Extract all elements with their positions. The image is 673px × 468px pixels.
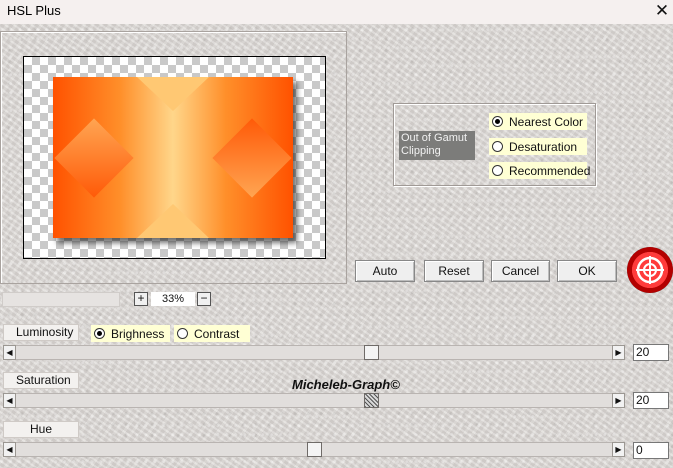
radio-label: Brighness	[111, 326, 165, 341]
art-triangle-bottom	[137, 204, 209, 238]
zoom-out-button[interactable]: −	[197, 292, 211, 306]
auto-button[interactable]: Auto	[355, 260, 415, 282]
title-bar	[0, 0, 673, 24]
radio-label: Desaturation	[509, 139, 578, 154]
art-diamond-right	[212, 118, 292, 198]
luminosity-label: Luminosity	[3, 324, 79, 341]
zoom-in-button[interactable]: +	[134, 292, 148, 306]
ok-button[interactable]: OK	[557, 260, 617, 282]
radio-indicator	[177, 328, 188, 339]
radio-recommended[interactable]: Recommended	[489, 162, 591, 179]
radio-indicator	[94, 328, 105, 339]
reset-button[interactable]: Reset	[424, 260, 484, 282]
watermark-text: Micheleb-Graph©	[292, 377, 400, 392]
window-title: HSL Plus	[7, 3, 61, 18]
zoom-slider-track[interactable]	[2, 292, 120, 307]
saturation-label: Saturation	[3, 372, 79, 389]
luminosity-left-arrow-icon[interactable]: ◀	[3, 345, 16, 360]
art-diamond-left	[54, 118, 134, 198]
saturation-slider-track[interactable]	[3, 393, 625, 408]
saturation-right-arrow-icon[interactable]: ▶	[612, 393, 625, 408]
hue-value-field[interactable]: 0	[633, 442, 669, 459]
luminosity-right-arrow-icon[interactable]: ▶	[612, 345, 625, 360]
radio-desaturation[interactable]: Desaturation	[489, 138, 587, 155]
saturation-slider-thumb[interactable]	[364, 393, 379, 408]
cancel-button[interactable]: Cancel	[491, 260, 550, 282]
saturation-left-arrow-icon[interactable]: ◀	[3, 393, 16, 408]
radio-label: Recommended	[509, 163, 591, 178]
hue-left-arrow-icon[interactable]: ◀	[3, 442, 16, 457]
radio-label: Contrast	[194, 326, 240, 341]
radio-indicator	[492, 141, 503, 152]
hue-right-arrow-icon[interactable]: ▶	[612, 442, 625, 457]
preview-image	[53, 77, 293, 238]
radio-contrast[interactable]: Contrast	[174, 325, 250, 342]
radio-indicator	[492, 165, 503, 176]
radio-brightness[interactable]: Brighness	[91, 325, 170, 342]
zoom-level: 33%	[151, 292, 195, 306]
plugin-logo-icon	[627, 247, 673, 293]
luminosity-slider-thumb[interactable]	[364, 345, 379, 360]
hue-slider-thumb[interactable]	[307, 442, 322, 457]
luminosity-value-field[interactable]: 20	[633, 344, 669, 361]
radio-nearest-color[interactable]: Nearest Color	[489, 113, 587, 130]
gamut-label: Out of Gamut Clipping	[399, 131, 475, 160]
radio-indicator	[492, 116, 503, 127]
art-triangle-top	[137, 77, 209, 111]
luminosity-slider-track[interactable]	[3, 345, 625, 360]
hue-label: Hue	[3, 421, 79, 438]
radio-label: Nearest Color	[509, 114, 584, 129]
close-icon[interactable]: ✕	[653, 1, 671, 21]
saturation-value-field[interactable]: 20	[633, 392, 669, 409]
